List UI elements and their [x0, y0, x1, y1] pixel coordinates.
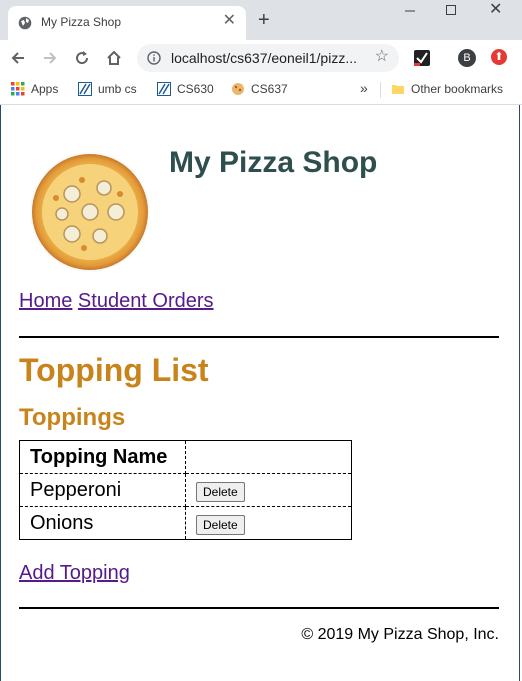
new-tab-button[interactable]: + [258, 10, 270, 30]
pizza-icon [232, 83, 244, 95]
bookmark-label: umb cs [98, 82, 137, 96]
footer-copyright: © 2019 My Pizza Shop, Inc. [301, 626, 499, 643]
globe-icon [18, 16, 32, 30]
folder-icon [392, 85, 404, 94]
address-bar[interactable]: localhost/cs637/eoneil1/pizz... ☆ [137, 44, 399, 72]
topping-name-cell: Onions [19, 506, 186, 540]
apps-grid-icon [11, 82, 25, 96]
add-topping-link[interactable]: Add Topping [19, 562, 130, 585]
bookmark-apps[interactable]: Apps [11, 82, 58, 96]
umb-logo-icon [78, 82, 92, 96]
nav-link-home[interactable]: Home [19, 290, 72, 312]
bookmarks-bar: Apps umb cs CS630 CS637 » Other bookmark… [0, 76, 522, 105]
site-title: My Pizza Shop [169, 146, 378, 179]
bookmark-label: CS637 [251, 82, 288, 96]
bookmark-cs630[interactable]: CS630 [157, 82, 214, 96]
pizza-logo [30, 152, 150, 272]
delete-button[interactable]: Delete [196, 481, 245, 502]
table-header-row: Topping Name [19, 440, 352, 474]
column-header-topping-name: Topping Name [19, 440, 186, 474]
maximize-icon[interactable] [446, 5, 456, 15]
page-heading: Topping List [19, 352, 209, 388]
bookmark-cs637[interactable]: CS637 [231, 82, 288, 96]
forward-arrow-icon[interactable] [41, 49, 59, 67]
browser-titlebar: My Pizza Shop ✕ + ✕ [0, 0, 522, 40]
reload-icon[interactable] [73, 49, 91, 67]
section-heading: Toppings [19, 404, 126, 431]
other-bookmarks[interactable]: Other bookmarks [391, 82, 503, 96]
tab-close-icon[interactable]: ✕ [223, 13, 236, 29]
minimize-icon[interactable] [400, 3, 420, 19]
bookmark-star-icon[interactable]: ☆ [375, 48, 389, 66]
delete-button[interactable]: Delete [196, 514, 245, 535]
browser-tab[interactable]: My Pizza Shop ✕ [8, 6, 246, 40]
umb-logo-icon [157, 82, 171, 96]
bookmark-label: CS630 [177, 82, 214, 96]
tab-title: My Pizza Shop [41, 15, 122, 29]
info-icon[interactable] [147, 51, 161, 65]
extension-checkmark-icon[interactable] [413, 49, 431, 67]
column-header-empty [185, 440, 352, 474]
bookmarks-divider [380, 82, 381, 98]
back-arrow-icon[interactable] [9, 49, 27, 67]
profile-avatar[interactable]: B [458, 49, 476, 67]
action-cell: Delete [185, 506, 352, 540]
divider [19, 336, 499, 338]
table-row: Pepperoni Delete [19, 473, 352, 507]
browser-toolbar: localhost/cs637/eoneil1/pizz... ☆ B ⬆ [0, 40, 522, 76]
window-close-icon[interactable]: ✕ [489, 2, 502, 18]
action-cell: Delete [185, 473, 352, 507]
bookmarks-overflow-button[interactable]: » [360, 80, 368, 96]
home-icon[interactable] [105, 49, 123, 67]
bookmark-label: Apps [31, 82, 59, 96]
main-nav: Home Student Orders [19, 290, 214, 313]
bookmark-umb-cs[interactable]: umb cs [78, 82, 137, 96]
topping-name-cell: Pepperoni [19, 473, 186, 507]
divider [19, 607, 499, 609]
extension-upload-icon[interactable]: ⬆ [491, 49, 507, 65]
url-text: localhost/cs637/eoneil1/pizz... [171, 50, 357, 66]
table-row: Onions Delete [19, 506, 352, 540]
bookmark-label: Other bookmarks [411, 82, 504, 96]
toppings-table: Topping Name Pepperoni Delete Onions Del… [19, 440, 352, 540]
nav-link-student-orders[interactable]: Student Orders [78, 290, 214, 312]
